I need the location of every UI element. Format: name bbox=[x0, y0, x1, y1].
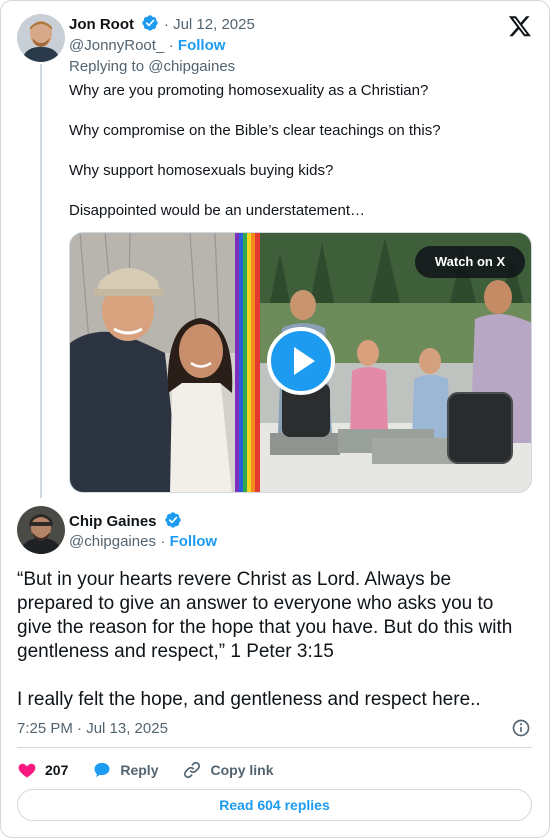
author-handle[interactable]: @chipgaines bbox=[69, 533, 156, 550]
video-thumbnail[interactable]: Watch on X bbox=[69, 232, 532, 493]
tweet2-text: “But in your hearts revere Christ as Lor… bbox=[17, 568, 532, 712]
info-icon[interactable] bbox=[511, 718, 531, 738]
tweet1-text: Why are you promoting homosexuality as a… bbox=[69, 81, 529, 221]
like-count: 207 bbox=[45, 762, 69, 778]
watch-on-x-button[interactable]: Watch on X bbox=[415, 246, 525, 278]
replying-to-label[interactable]: Replying to @chipgaines bbox=[69, 58, 235, 75]
tweet2-header: Chip Gaines bbox=[69, 511, 182, 531]
divider bbox=[17, 747, 532, 748]
like-button[interactable]: 207 bbox=[17, 760, 68, 780]
tweet-paragraph: Why support homosexuals buying kids? bbox=[69, 162, 334, 179]
copy-link-label: Copy link bbox=[210, 762, 274, 778]
play-icon bbox=[294, 347, 315, 375]
tweet1-header: Jon Root · Jul 12, 2025 bbox=[69, 15, 255, 33]
chip-gaines-avatar[interactable] bbox=[17, 506, 65, 554]
tweet-paragraph: Why compromise on the Bible’s clear teac… bbox=[69, 122, 441, 139]
tweet-timestamp[interactable]: 7:25 PM · Jul 13, 2025 bbox=[17, 720, 168, 737]
reply-label: Reply bbox=[120, 762, 159, 778]
tweet-paragraph: Disappointed would be an understatement… bbox=[69, 202, 366, 219]
tweet-paragraph: “But in your hearts revere Christ as Lor… bbox=[17, 569, 513, 662]
jon-root-avatar[interactable] bbox=[17, 14, 65, 62]
author-name[interactable]: Jon Root bbox=[69, 16, 134, 33]
heart-icon bbox=[18, 763, 36, 778]
tweet-actions-bar: 207 Reply Copy link bbox=[17, 757, 298, 783]
link-icon bbox=[184, 761, 201, 779]
author-name[interactable]: Chip Gaines bbox=[69, 513, 157, 530]
author-handle[interactable]: @JonnyRoot_ bbox=[69, 37, 164, 54]
tweet1-handle-row: @JonnyRoot_ · Follow bbox=[69, 37, 226, 54]
verified-badge-icon bbox=[165, 512, 181, 528]
follow-button[interactable]: Follow bbox=[170, 533, 218, 550]
x-logo-icon[interactable] bbox=[508, 14, 532, 38]
thread-connector-line bbox=[40, 64, 42, 498]
play-button[interactable] bbox=[267, 327, 335, 395]
reply-button[interactable]: Reply bbox=[92, 760, 158, 780]
verified-badge-icon bbox=[142, 15, 159, 31]
copy-link-button[interactable]: Copy link bbox=[182, 760, 274, 780]
tweet-date[interactable]: Jul 12, 2025 bbox=[173, 16, 255, 33]
tweet-paragraph: I really felt the hope, and gentleness a… bbox=[17, 689, 481, 710]
follow-button[interactable]: Follow bbox=[178, 37, 226, 54]
tweet2-handle-row: @chipgaines · Follow bbox=[69, 533, 218, 550]
tweet-paragraph: Why are you promoting homosexuality as a… bbox=[69, 82, 429, 99]
reply-bubble-icon bbox=[94, 762, 110, 778]
read-replies-button[interactable]: Read 604 replies bbox=[17, 789, 532, 821]
